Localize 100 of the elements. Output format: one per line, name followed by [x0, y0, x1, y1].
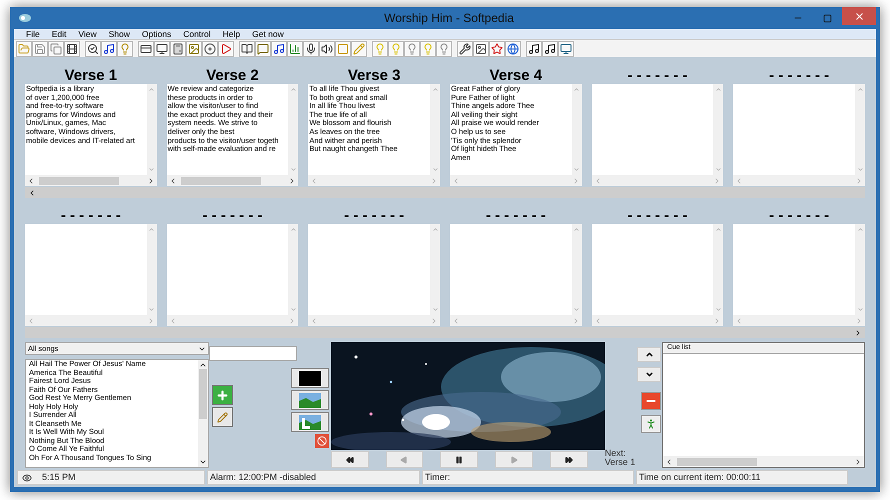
scroll-up-icon: [432, 226, 438, 233]
blank-screen-button[interactable]: [290, 368, 329, 388]
search-icon: [87, 42, 99, 54]
toolbar-button[interactable]: [271, 40, 287, 56]
forward-button[interactable]: [550, 451, 588, 468]
horizontal-scrollbar[interactable]: [663, 456, 864, 467]
landscape-icon: [298, 414, 321, 430]
vertical-scrollbar[interactable]: [713, 84, 724, 175]
horizontal-scrollbar[interactable]: [308, 175, 440, 186]
scroll-up-icon: [148, 226, 156, 233]
monitor-icon: [156, 42, 168, 54]
menu-item[interactable]: Edit: [46, 29, 72, 39]
horizontal-scrollbar[interactable]: [450, 175, 582, 186]
toolbar-button[interactable]: [138, 40, 154, 56]
horizontal-scrollbar[interactable]: [733, 175, 865, 186]
scroll-up-icon: [856, 226, 864, 233]
edit-button[interactable]: [212, 407, 233, 427]
scroll-down-icon: [856, 166, 864, 173]
scroll-up-icon: [290, 86, 297, 93]
toolbar-button[interactable]: [457, 40, 473, 56]
vertical-scrollbar[interactable]: [146, 224, 157, 315]
landscape-icon: [298, 392, 321, 408]
music-note-icon: [528, 42, 540, 54]
scroll-down-icon: [432, 166, 438, 173]
toolbar-button[interactable]: [170, 40, 186, 56]
toolbar-button[interactable]: [303, 40, 319, 56]
text-field[interactable]: [208, 346, 297, 361]
move-down-button[interactable]: [637, 367, 662, 382]
vertical-scrollbar[interactable]: [855, 84, 865, 175]
verse-box[interactable]: [166, 84, 298, 186]
close-button[interactable]: [842, 7, 876, 25]
scroll-down-icon: [148, 166, 156, 173]
menu-item[interactable]: Get now: [246, 29, 290, 39]
vertical-scrollbar[interactable]: [146, 84, 157, 175]
toolbar-button[interactable]: [473, 40, 489, 56]
song-list[interactable]: [25, 359, 209, 468]
horizontal-scrollbar[interactable]: [25, 187, 865, 198]
vertical-scrollbar[interactable]: [430, 84, 440, 175]
verse-title: Verse 1: [64, 67, 118, 84]
ban-icon: [316, 436, 327, 446]
star-icon: [491, 42, 503, 54]
microphone-icon: [305, 42, 317, 54]
horizontal-scrollbar[interactable]: [450, 315, 582, 326]
menu-item[interactable]: Control: [177, 29, 217, 39]
filled-square-icon: [298, 370, 321, 386]
lamp-icon: [374, 42, 386, 54]
rewind-button[interactable]: [330, 451, 369, 468]
menu-item[interactable]: Show: [102, 29, 136, 39]
background-button[interactable]: [290, 390, 329, 410]
horizontal-scrollbar[interactable]: [592, 315, 724, 326]
horizontal-scrollbar[interactable]: [25, 315, 157, 326]
vertical-scrollbar[interactable]: [855, 224, 865, 315]
toolbar-button[interactable]: [101, 40, 117, 56]
vertical-scrollbar[interactable]: [430, 224, 440, 315]
scroll-up-icon: [714, 86, 722, 93]
menu-item[interactable]: File: [20, 29, 46, 39]
vertical-scrollbar[interactable]: [288, 84, 298, 175]
vertical-scrollbar[interactable]: [572, 224, 582, 315]
scroll-right-icon: [430, 176, 438, 184]
verse-title: - - - - - - -: [768, 207, 830, 224]
add-button[interactable]: [212, 385, 233, 405]
toolbar-button[interactable]: [526, 40, 542, 56]
horizontal-scrollbar[interactable]: [166, 175, 298, 186]
vertical-scrollbar[interactable]: [198, 360, 208, 467]
toolbar-button[interactable]: [64, 40, 80, 56]
vertical-scrollbar[interactable]: [713, 224, 724, 315]
pencil-icon: [353, 42, 365, 54]
horizontal-scrollbar[interactable]: [308, 315, 440, 326]
frame-icon: [337, 42, 349, 54]
horizontal-scrollbar[interactable]: [25, 175, 157, 186]
horizontal-scrollbar[interactable]: [592, 175, 724, 186]
move-up-button[interactable]: [637, 347, 662, 362]
verse-title: - - - - - - -: [484, 207, 547, 224]
horizontal-scrollbar[interactable]: [166, 315, 298, 326]
speaker-icon: [321, 42, 333, 54]
toolbar-button[interactable]: [202, 40, 218, 56]
background-button[interactable]: [290, 412, 329, 432]
verse-title: - - - - - - -: [202, 207, 264, 224]
toolbar-button[interactable]: [154, 40, 170, 56]
remove-button[interactable]: [641, 392, 662, 410]
toolbar-button[interactable]: [239, 40, 255, 56]
toolbar-button[interactable]: [542, 40, 558, 56]
pause-button[interactable]: [440, 451, 478, 468]
horizontal-scrollbar[interactable]: [733, 315, 865, 326]
scroll-up-icon: [290, 226, 297, 233]
copy-icon: [50, 42, 62, 54]
scroll-up-icon: [198, 361, 207, 369]
maximize-icon[interactable]: [823, 14, 832, 22]
horizontal-scrollbar[interactable]: [25, 327, 865, 338]
menu-item[interactable]: Help: [216, 29, 246, 39]
vertical-scrollbar[interactable]: [572, 84, 582, 175]
menu-item[interactable]: View: [72, 29, 103, 39]
play-icon: [220, 42, 232, 54]
scroll-left-icon: [452, 176, 460, 184]
toolbar-button[interactable]: [85, 40, 101, 56]
run-button[interactable]: [641, 415, 662, 433]
toolbar-button[interactable]: [319, 40, 335, 56]
clear-button[interactable]: [314, 434, 329, 448]
vertical-scrollbar[interactable]: [288, 224, 298, 315]
menu-item[interactable]: Options: [136, 29, 178, 39]
